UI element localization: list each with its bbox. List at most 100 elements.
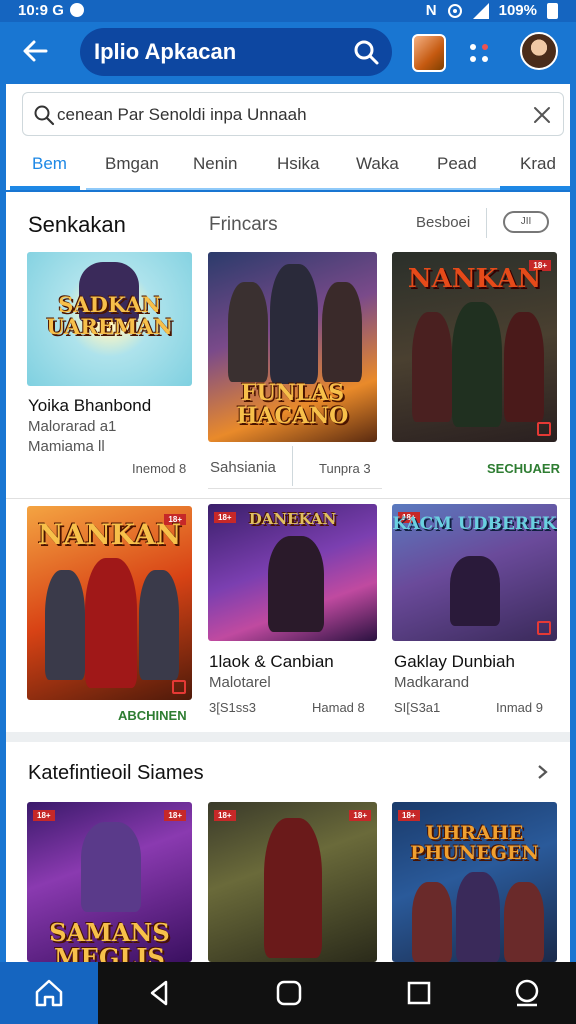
game-meta: Inmad 9 [496, 700, 543, 715]
art-title: SAMANS MEGLIS [49, 918, 170, 962]
tab-nenin[interactable]: Nenin [193, 154, 237, 174]
app-root: 10:9 G N 109% Iplio Apkacan cenean Par S… [0, 0, 576, 1024]
system-nav-bar [0, 962, 576, 1024]
art-title: FUNLAS HACANO [236, 380, 349, 430]
game-name[interactable]: Yoika Bhanbond [28, 396, 151, 416]
active-tab-indicator [10, 186, 80, 190]
rating-badge: 18+ [349, 810, 371, 821]
game-card-image[interactable]: 18+ NANKAN [392, 252, 557, 442]
sort-label[interactable]: Besboei [416, 214, 470, 231]
tab-pead[interactable]: Pead [437, 154, 477, 174]
hero-figure [412, 882, 452, 962]
carrier-label: N [425, 2, 437, 19]
search-input[interactable]: cenean Par Senoldi inpa Unnaah [22, 92, 564, 136]
hotspot-icon [447, 3, 462, 18]
arrow-left-icon [23, 40, 48, 62]
notification-icon [69, 3, 84, 17]
game-card-image[interactable]: 18+ KACM UDBEREK [392, 504, 557, 641]
hero-figure [270, 264, 318, 384]
game-card-image[interactable]: 18+ DANEKAN [208, 504, 377, 641]
game-card-image[interactable]: 18+ 18+ SAMANS MEGLIS [27, 802, 192, 962]
home-tab[interactable] [0, 962, 98, 1024]
assistant-nav-icon[interactable] [512, 978, 542, 1008]
hero-figure [452, 302, 502, 427]
tab-waka[interactable]: Waka [356, 154, 399, 174]
app-title: Iplio Apkacan [94, 39, 237, 64]
art-title: NANKAN [37, 518, 182, 551]
search-tabs-panel: cenean Par Senoldi inpa Unnaah Bem Bmgan… [6, 84, 570, 190]
hero-figure [228, 282, 268, 382]
tab-bem[interactable]: Bem [32, 154, 67, 174]
game-developer: Malorarad a1 [28, 418, 117, 435]
game-category: 3[S1ss3 [209, 700, 256, 715]
hero-figure [268, 536, 324, 632]
section-title: Katefintieoil Siames [28, 762, 204, 784]
hero-figure [450, 556, 500, 626]
game-action-link[interactable]: SECHUAER [487, 461, 560, 476]
category-tabs: Bem Bmgan Nenin Hsika Waka Pead Krad [6, 144, 570, 190]
search-value: cenean Par Senoldi inpa Unnaah [57, 105, 307, 124]
game-card-image[interactable]: 18+ NANKAN [27, 506, 192, 700]
tab-track [86, 188, 502, 190]
tab-krad[interactable]: Krad [520, 154, 556, 174]
logo-mark [172, 680, 186, 694]
art-title: KACM UDBEREK [392, 514, 557, 534]
tab-hsika[interactable]: Hsika [277, 154, 320, 174]
game-meta: Tunpra 3 [319, 461, 371, 476]
header-divider [486, 208, 487, 238]
hero-figure [456, 872, 500, 962]
hero-figure [81, 822, 141, 912]
game-name[interactable]: Gaklay Dunbiah [394, 652, 515, 672]
section-subtitle[interactable]: Frincars [209, 214, 278, 236]
game-card-image[interactable]: FUNLAS HACANO [208, 252, 377, 442]
row-divider [6, 498, 570, 499]
recents-nav-icon[interactable] [404, 978, 434, 1008]
hero-figure [264, 818, 322, 958]
game-card-image[interactable]: 18+ 18+ [208, 802, 377, 962]
game-developer[interactable]: Sahsiania [210, 459, 276, 476]
game-developer: Madkarand [394, 674, 470, 691]
rating-badge: 18+ [398, 810, 420, 821]
more-options-icon[interactable] [464, 38, 494, 68]
hero-figure [504, 882, 544, 962]
content-area: Senkakan Frincars Besboei JII SADKAN UAR… [6, 192, 570, 962]
game-card-image[interactable]: 18+ UHRAHE PHUNEGEN [392, 802, 557, 962]
title-search-pill[interactable]: Iplio Apkacan [80, 28, 392, 76]
section-separator [6, 732, 570, 742]
view-toggle[interactable]: JII [503, 211, 549, 233]
game-card-image[interactable]: SADKAN UAREMAN [27, 252, 192, 386]
art-title: UHRAHE PHUNEGEN [410, 822, 539, 864]
game-category: Mamiama ll [28, 438, 105, 455]
game-developer: Malotarel [209, 674, 271, 691]
user-avatar[interactable] [520, 32, 558, 70]
app-thumbnail-icon[interactable] [412, 34, 446, 72]
battery-label: 109% [498, 2, 537, 19]
art-title: DANEKAN [248, 510, 337, 528]
game-action-link[interactable]: ABCHINEN [118, 708, 187, 723]
back-button[interactable] [18, 36, 52, 70]
battery-icon [547, 2, 558, 19]
app-bar: Iplio Apkacan [0, 22, 576, 84]
rating-badge: 18+ [33, 810, 55, 821]
logo-mark [537, 422, 551, 436]
chevron-right-icon[interactable] [536, 764, 550, 780]
art-title: NANKAN [407, 264, 542, 294]
section-title: Senkakan [28, 212, 126, 237]
status-bar: 10:9 G N 109% [0, 0, 576, 22]
card-divider [208, 488, 382, 489]
home-nav-icon[interactable] [274, 978, 304, 1008]
hero-figure [85, 558, 137, 688]
search-icon[interactable] [352, 38, 380, 66]
status-right: N 109% [426, 2, 558, 19]
back-nav-icon[interactable] [144, 978, 174, 1008]
hero-figure [412, 312, 452, 422]
game-name[interactable]: 1laok & Canbian [209, 652, 334, 672]
signal-icon [472, 2, 489, 19]
rating-badge: 18+ [214, 810, 236, 821]
hero-figure [322, 282, 362, 382]
card-divider-v [292, 446, 293, 486]
hero-figure [45, 570, 85, 680]
close-icon[interactable] [531, 104, 553, 126]
tab-bmgan[interactable]: Bmgan [105, 154, 159, 174]
hero-figure [504, 312, 544, 422]
